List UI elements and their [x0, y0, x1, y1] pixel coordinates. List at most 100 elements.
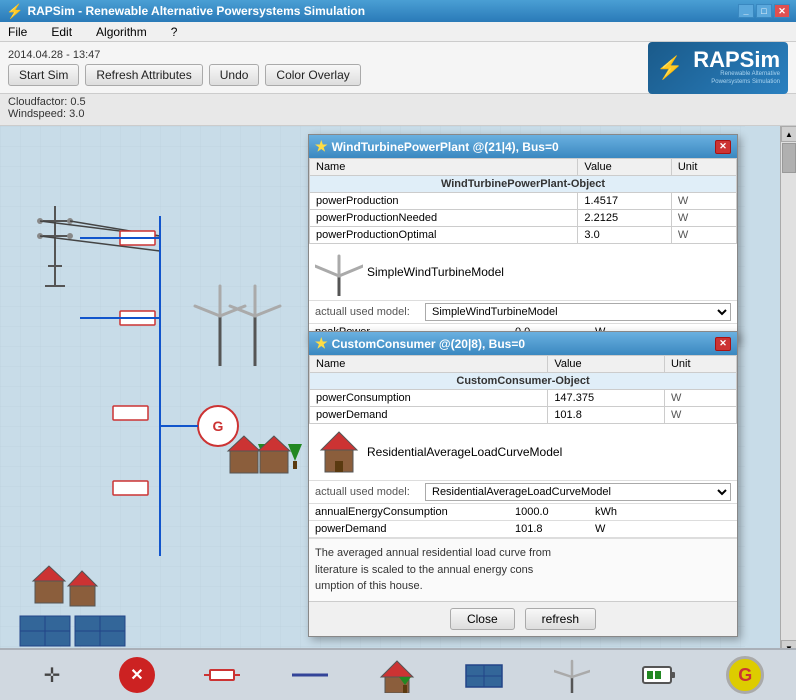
- consumer-col-name: Name: [310, 356, 548, 373]
- consumer-model-select[interactable]: ResidentialAverageLoadCurveModel: [425, 483, 731, 501]
- title-bar-controls: _ □ ✕: [738, 4, 790, 18]
- consumer-description-text: The averaged annual residential load cur…: [315, 547, 551, 592]
- consumer-col-header: Name Value Unit: [310, 356, 737, 373]
- delete-tool[interactable]: ✕: [119, 657, 155, 693]
- title-bar: ⚡ RAPSim - Renewable Alternative Powersy…: [0, 0, 796, 22]
- consumer-description: The averaged annual residential load cur…: [309, 538, 737, 601]
- consumer-prop-value-0: 147.375: [548, 390, 665, 407]
- wt-prop-name-1: powerProductionNeeded: [310, 210, 578, 227]
- wt-prop-value-1: 2.2125: [578, 210, 671, 227]
- consumer-demand-unit: W: [595, 523, 605, 535]
- consumer-section-label: CustomConsumer-Object: [310, 373, 737, 390]
- wind-turbine-section-header: WindTurbinePowerPlant-Object: [310, 176, 737, 193]
- generator-icon: G: [738, 665, 752, 686]
- wind-turbine-model-select[interactable]: SimpleWindTurbineModel: [425, 303, 731, 321]
- wt-prop-name-0: powerProduction: [310, 193, 578, 210]
- wire-icon: [292, 660, 328, 690]
- house-icon: [379, 657, 415, 693]
- wind-turbine-tool[interactable]: [552, 655, 592, 695]
- scroll-thumb[interactable]: [782, 143, 796, 173]
- color-overlay-button[interactable]: Color Overlay: [265, 64, 360, 86]
- right-scrollbar[interactable]: ▲ ▼: [780, 126, 796, 656]
- menu-edit[interactable]: Edit: [47, 24, 76, 40]
- refresh-attributes-button[interactable]: Refresh Attributes: [85, 64, 202, 86]
- consumer-title-icon: ★: [315, 335, 328, 352]
- consumer-prop-unit-1: W: [664, 407, 736, 424]
- resistor-tool[interactable]: [202, 655, 242, 695]
- annual-energy-unit: kWh: [595, 506, 617, 518]
- svg-text:G: G: [213, 418, 224, 434]
- consumer-model-icon: [315, 428, 363, 476]
- house-tool[interactable]: [377, 655, 417, 695]
- wind-turbine-close-btn[interactable]: ✕: [715, 140, 731, 154]
- wind-turbine-model-icon: [315, 248, 363, 296]
- consumer-annual-energy-row: annualEnergyConsumption 1000.0 kWh: [309, 504, 737, 521]
- wind-turbine-row-1: powerProductionNeeded 2.2125 W: [310, 210, 737, 227]
- wind-turbine-col-header: Name Value Unit: [310, 159, 737, 176]
- taskbar: ✛ ✕: [0, 648, 796, 700]
- col-unit-header: Unit: [671, 159, 736, 176]
- start-sim-button[interactable]: Start Sim: [8, 64, 79, 86]
- menu-help[interactable]: ?: [167, 24, 182, 40]
- undo-button[interactable]: Undo: [209, 64, 260, 86]
- wind-turbine-title-icon: ★: [315, 138, 328, 155]
- wire-tool[interactable]: [290, 655, 330, 695]
- consumer-dialog-footer: Close refresh: [309, 601, 737, 636]
- windspeed-status: Windspeed: 3.0: [8, 108, 788, 120]
- logo-bolt-icon: ⚡: [656, 55, 683, 81]
- logo-box: ⚡ RAPSim Renewable AlternativePowersyste…: [648, 42, 788, 94]
- battery-tool[interactable]: [639, 655, 679, 695]
- timestamp: 2014.04.28 - 13:47: [8, 49, 640, 61]
- wind-turbine-row-2: powerProductionOptimal 3.0 W: [310, 227, 737, 244]
- menu-algorithm[interactable]: Algorithm: [92, 24, 151, 40]
- delete-icon: ✕: [130, 665, 143, 685]
- solar-tool[interactable]: [464, 655, 504, 695]
- menu-file[interactable]: File: [4, 24, 31, 40]
- consumer-refresh-button[interactable]: refresh: [525, 608, 596, 630]
- move-icon: ✛: [37, 660, 67, 690]
- consumer-section-header: CustomConsumer-Object: [310, 373, 737, 390]
- close-btn[interactable]: ✕: [774, 4, 790, 18]
- logo-subtext: Renewable AlternativePowersystems Simula…: [711, 71, 780, 87]
- toolbar-buttons: Start Sim Refresh Attributes Undo Color …: [8, 64, 640, 86]
- battery-icon: [641, 657, 677, 693]
- consumer-power-demand-row: powerDemand 101.8 W: [309, 521, 737, 538]
- wt-prop-unit-2: W: [671, 227, 736, 244]
- minimize-btn[interactable]: _: [738, 4, 754, 18]
- consumer-prop-name-1: powerDemand: [310, 407, 548, 424]
- consumer-prop-value-1: 101.8: [548, 407, 665, 424]
- app-icon: ⚡: [6, 3, 23, 20]
- col-value-header: Value: [578, 159, 671, 176]
- wind-turbine-actual-model-row: actuall used model: SimpleWindTurbineMod…: [309, 301, 737, 324]
- wind-turbine-table: Name Value Unit WindTurbinePowerPlant-Ob…: [309, 158, 737, 244]
- resistor-icon: [204, 660, 240, 690]
- consumer-close-button[interactable]: Close: [450, 608, 515, 630]
- consumer-row-1: powerDemand 101.8 W: [310, 407, 737, 424]
- custom-consumer-dialog-title: ★ CustomConsumer @(20|8), Bus=0 ✕: [309, 332, 737, 355]
- generator-tool[interactable]: G: [726, 656, 764, 694]
- consumer-demand-value: 101.8: [515, 523, 595, 535]
- menu-bar: File Edit Algorithm ?: [0, 22, 796, 42]
- custom-consumer-dialog: ★ CustomConsumer @(20|8), Bus=0 ✕ Name V…: [308, 331, 738, 637]
- solar-icon: [464, 657, 504, 693]
- consumer-demand-label: powerDemand: [315, 523, 515, 535]
- col-name-header: Name: [310, 159, 578, 176]
- logo-text: RAPSim: [693, 49, 780, 71]
- consumer-actual-model-row: actuall used model: ResidentialAverageLo…: [309, 481, 737, 504]
- consumer-actual-model-label: actuall used model:: [315, 486, 425, 498]
- maximize-btn[interactable]: □: [756, 4, 772, 18]
- consumer-table: Name Value Unit CustomConsumer-Object po…: [309, 355, 737, 424]
- wind-turbine-dialog-title: ★ WindTurbinePowerPlant @(21|4), Bus=0 ✕: [309, 135, 737, 158]
- consumer-row-0: powerConsumption 147.375 W: [310, 390, 737, 407]
- consumer-prop-name-0: powerConsumption: [310, 390, 548, 407]
- annual-energy-label: annualEnergyConsumption: [315, 506, 515, 518]
- consumer-close-btn[interactable]: ✕: [715, 337, 731, 351]
- wind-turbine-section-label: WindTurbinePowerPlant-Object: [310, 176, 737, 193]
- wt-prop-name-2: powerProductionOptimal: [310, 227, 578, 244]
- move-tool[interactable]: ✛: [32, 655, 72, 695]
- wt-prop-value-2: 3.0: [578, 227, 671, 244]
- logo-area: ⚡ RAPSim Renewable AlternativePowersyste…: [648, 42, 796, 93]
- wind-turbine-dialog: ★ WindTurbinePowerPlant @(21|4), Bus=0 ✕…: [308, 134, 738, 342]
- scroll-up-btn[interactable]: ▲: [781, 126, 796, 142]
- annual-energy-value: 1000.0: [515, 506, 595, 518]
